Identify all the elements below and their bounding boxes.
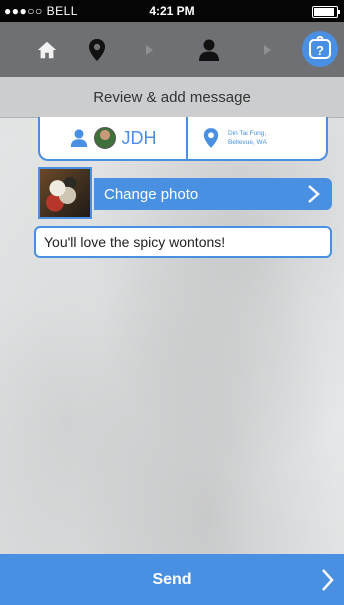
send-label: Send <box>152 570 192 588</box>
person-icon <box>70 129 87 147</box>
page-title: Review & add message <box>93 88 251 106</box>
message-text: You'll love the spicy wontons! <box>44 234 226 250</box>
person-icon[interactable] <box>196 22 222 77</box>
recipient-initials: JDH <box>121 127 157 148</box>
chevron-right-icon <box>322 569 334 591</box>
food-photo-thumbnail[interactable] <box>38 167 92 219</box>
place-line-2: Bellevue, WA <box>228 139 267 146</box>
battery-icon <box>312 6 340 18</box>
message-input[interactable]: You'll love the spicy wontons! <box>34 226 332 258</box>
status-time: 4:21 PM <box>149 4 195 18</box>
help-button[interactable]: ? <box>302 31 338 67</box>
change-photo-button[interactable]: Change photo <box>94 178 332 210</box>
place-section[interactable]: Din Tai Fung, Bellevue, WA <box>188 117 326 159</box>
change-photo-label: Change photo <box>104 185 199 203</box>
recipient-place-card: JDH Din Tai Fung, Bellevue, WA <box>38 117 328 161</box>
chevron-right-icon <box>308 185 320 203</box>
help-icon: ? <box>309 36 331 59</box>
step-arrow-icon <box>142 22 156 77</box>
pin-icon <box>203 128 219 148</box>
pin-icon[interactable] <box>82 22 112 77</box>
place-line-1: Din Tai Fung, <box>228 130 267 137</box>
step-nav-bar: ? <box>0 22 344 77</box>
avatar <box>93 127 116 149</box>
svg-text:?: ? <box>316 43 324 58</box>
recipient-section[interactable]: JDH <box>40 117 188 159</box>
send-button[interactable]: Send <box>0 554 344 605</box>
home-icon[interactable] <box>30 22 64 77</box>
page-title-bar: Review & add message <box>0 77 344 118</box>
place-name: Din Tai Fung, Bellevue, WA <box>228 129 267 147</box>
step-arrow-icon <box>260 22 274 77</box>
battery-level <box>314 8 334 16</box>
status-bar: ●●●○○ BELL 4:21 PM <box>0 0 344 22</box>
